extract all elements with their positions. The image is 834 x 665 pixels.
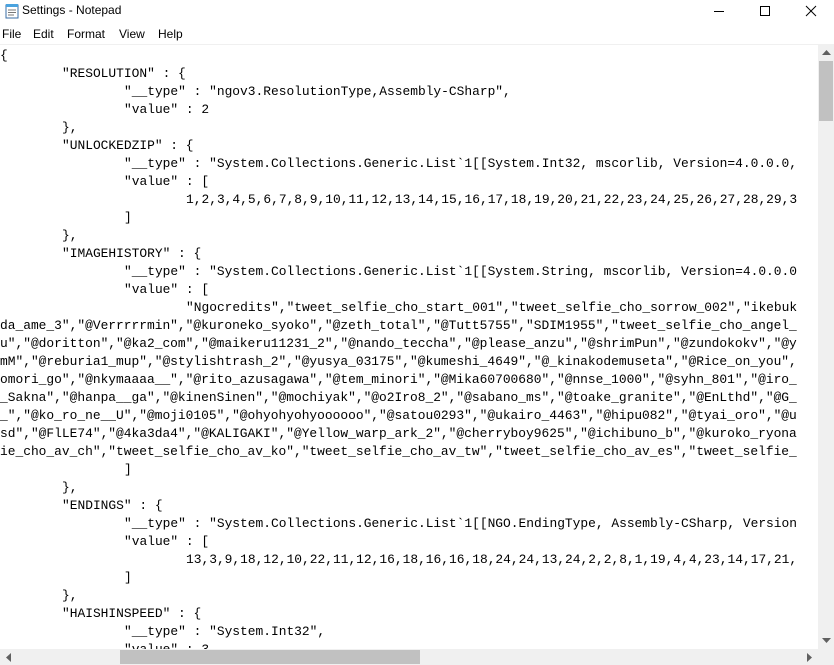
text-line: ]: [124, 210, 132, 225]
text-line: "__type" : "System.Collections.Generic.L…: [124, 156, 798, 171]
text-line: u","@doritton","@ka2_com","@maikeru11231…: [0, 336, 797, 351]
text-line: "__type" : "ngov3.ResolutionType,Assembl…: [124, 84, 511, 99]
text-line: 1,2,3,4,5,6,7,8,9,10,11,12,13,14,15,16,1…: [186, 192, 798, 207]
horizontal-scrollbar[interactable]: [0, 649, 818, 665]
text-line: "RESOLUTION" : {: [62, 66, 186, 81]
text-line: "__type" : "System.Int32",: [124, 624, 326, 639]
close-icon: [805, 5, 817, 17]
text-line: "IMAGEHISTORY" : {: [62, 246, 202, 261]
scroll-down-arrow-icon: [821, 638, 831, 643]
text-line: ]: [124, 462, 132, 477]
text-line: "Ngocredits","tweet_selfie_cho_start_001…: [186, 300, 798, 315]
notepad-icon: [5, 4, 19, 19]
scroll-left-arrow-icon: [6, 652, 11, 662]
menu-file[interactable]: File: [2, 27, 21, 41]
scroll-right-arrow-icon: [807, 652, 812, 662]
text-line: "__type" : "System.Collections.Generic.L…: [124, 516, 798, 531]
scrollbar-corner: [818, 649, 834, 665]
vertical-scroll-thumb[interactable]: [819, 61, 833, 121]
text-line: omori_go","@nkymaaaa__","@rito_azusagawa…: [0, 372, 797, 387]
text-line: },: [62, 228, 78, 243]
menu-format[interactable]: Format: [67, 27, 105, 41]
text-line: _","@ko_ro_ne__U","@moji0105","@ohyohyoh…: [0, 408, 797, 423]
scroll-left-button[interactable]: [0, 649, 16, 665]
text-line: da_ame_3","@Verrrrrmin","@kuroneko_syoko…: [0, 318, 797, 333]
text-line: sd","@FlLE74","@4ka3da4","@KALIGAKI","@Y…: [0, 426, 797, 441]
text-line: 13,3,9,18,12,10,22,11,12,16,18,16,16,18,…: [186, 552, 798, 567]
maximize-icon: [760, 6, 770, 16]
minimize-button[interactable]: [696, 0, 742, 22]
text-line: },: [62, 588, 78, 603]
close-button[interactable]: [788, 0, 834, 22]
menu-help[interactable]: Help: [158, 27, 183, 41]
text-line: _Sakna","@hanpa__ga","@kinenSinen","@moc…: [0, 390, 797, 405]
text-line: {: [0, 48, 8, 63]
text-line: },: [62, 120, 78, 135]
maximize-button[interactable]: [742, 0, 788, 22]
text-line: "UNLOCKEDZIP" : {: [62, 138, 194, 153]
text-line: "value" : 2: [124, 102, 210, 117]
text-line: "value" : [: [124, 174, 210, 189]
text-line: mM","@reburia1_mup","@stylishtrash_2","@…: [0, 354, 797, 369]
scroll-up-button[interactable]: [818, 44, 834, 60]
text-line: "__type" : "System.Collections.Generic.L…: [124, 264, 798, 279]
horizontal-scroll-thumb[interactable]: [120, 650, 420, 664]
window-title: Settings - Notepad: [22, 3, 122, 17]
editor-content: { "RESOLUTION" : { "__type" : "ngov3.Resol…: [0, 47, 797, 650]
vertical-scrollbar[interactable]: [818, 44, 834, 649]
scroll-right-button[interactable]: [802, 649, 818, 665]
text-line: "HAISHINSPEED" : {: [62, 606, 202, 621]
scroll-up-arrow-icon: [821, 50, 831, 55]
minimize-icon: [714, 11, 724, 12]
menu-view[interactable]: View: [119, 27, 145, 41]
text-line: },: [62, 480, 78, 495]
title-bar[interactable]: Settings - Notepad: [0, 0, 834, 22]
text-line: ]: [124, 570, 132, 585]
menu-edit[interactable]: Edit: [33, 27, 54, 41]
text-line: "value" : [: [124, 282, 210, 297]
text-editor[interactable]: { "RESOLUTION" : { "__type" : "ngov3.Resol…: [0, 44, 818, 650]
menu-bar: File Edit Format View Help: [0, 24, 834, 44]
scroll-down-button[interactable]: [818, 633, 834, 649]
text-line: "value" : [: [124, 534, 210, 549]
text-line: ie_cho_av_ch","tweet_selfie_cho_av_ko","…: [0, 444, 797, 459]
text-line: "ENDINGS" : {: [62, 498, 163, 513]
